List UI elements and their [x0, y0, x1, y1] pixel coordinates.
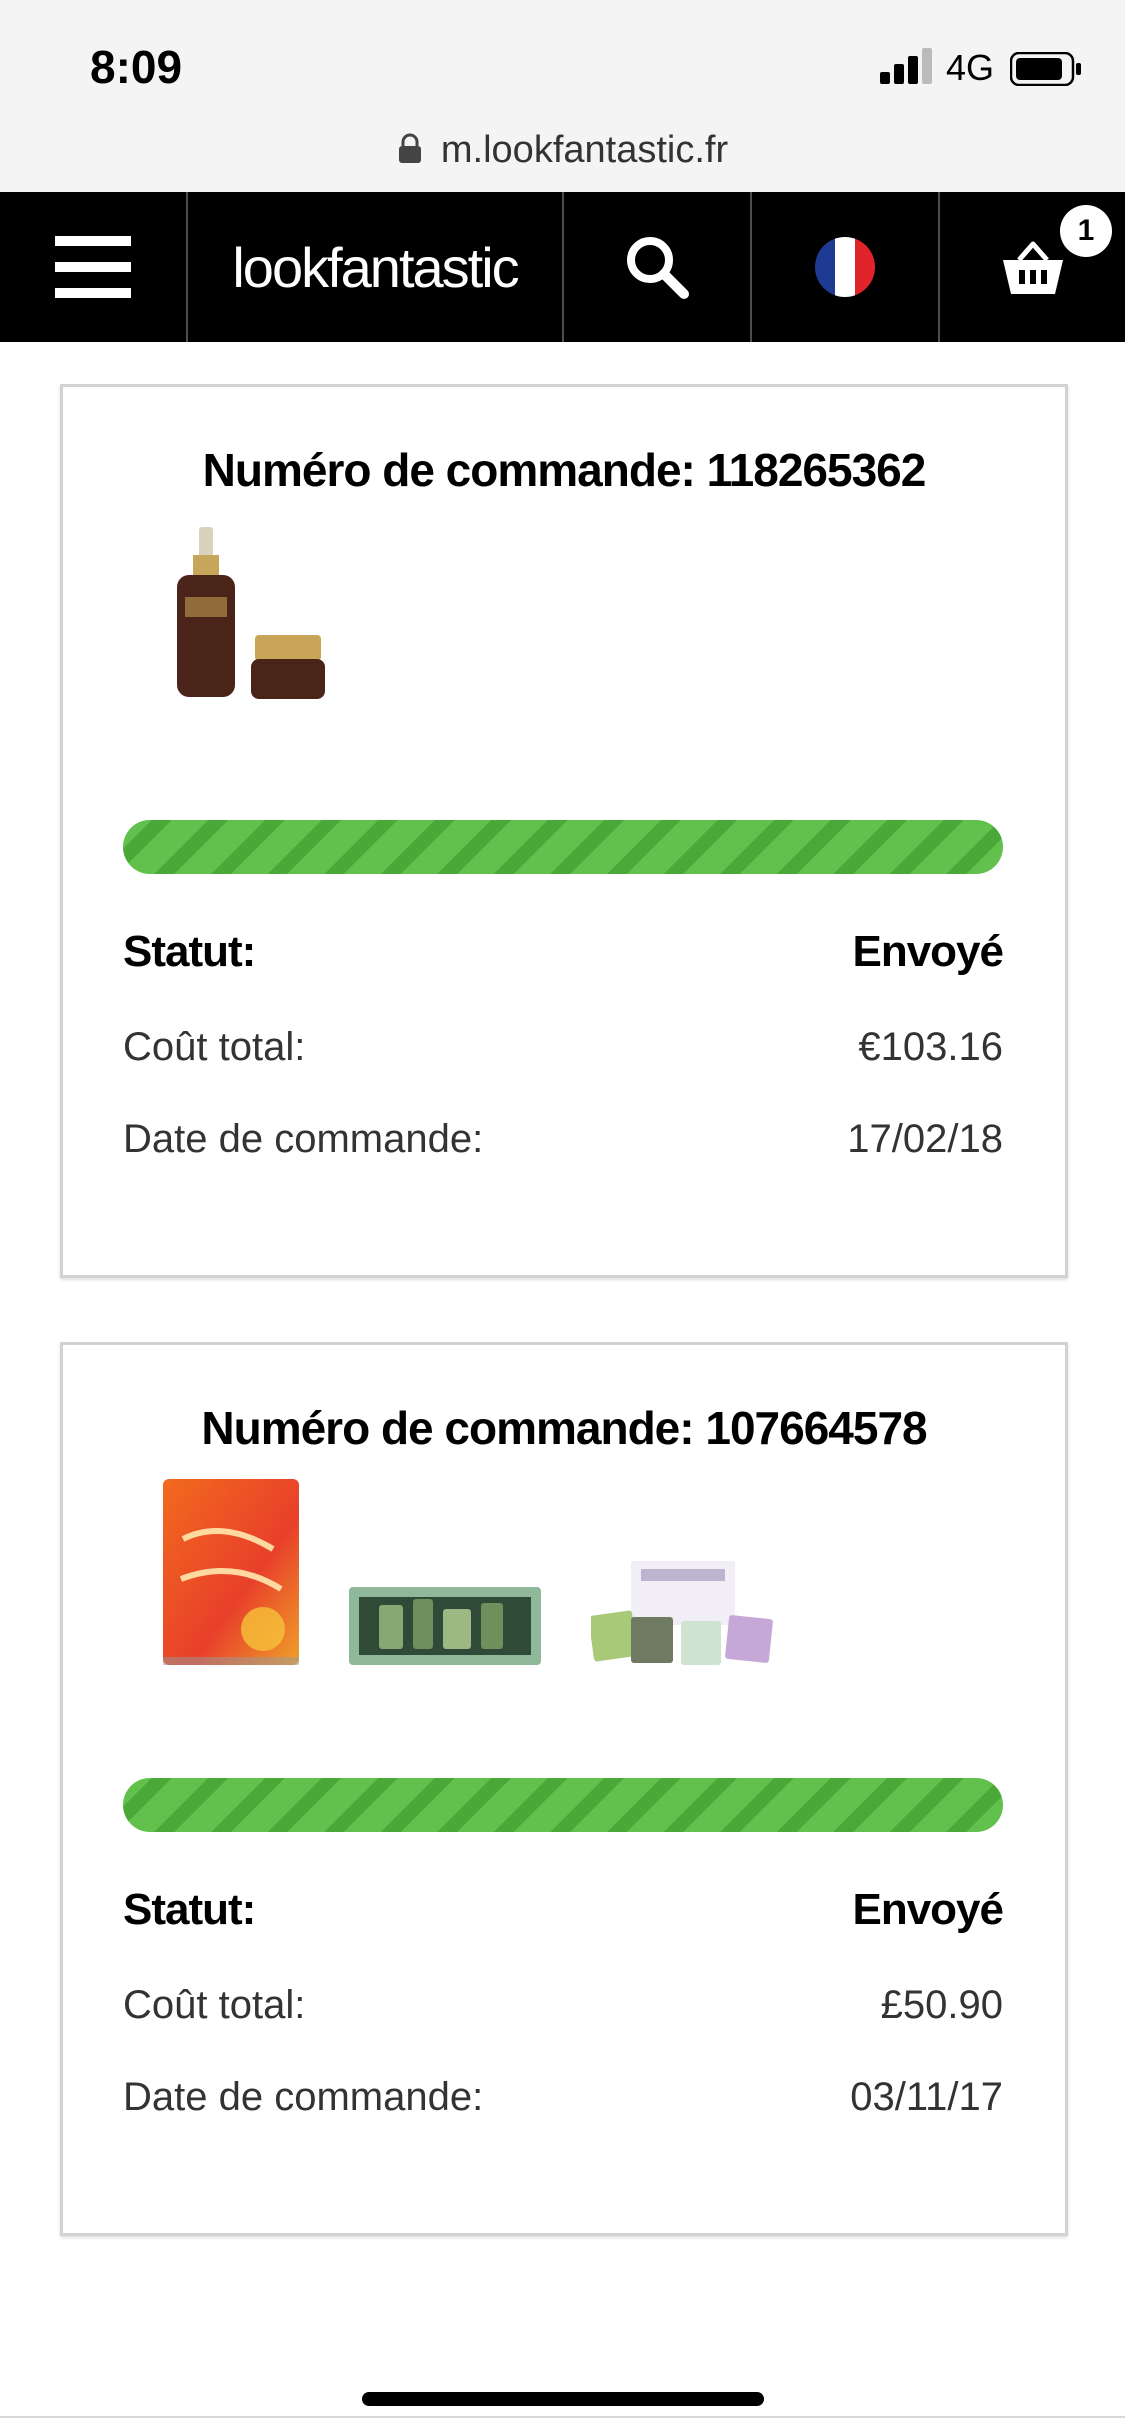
date-value: 03/11/17	[850, 2075, 1003, 2119]
country-selector[interactable]	[752, 192, 940, 342]
total-label: Coût total:	[123, 1025, 306, 1069]
search-button[interactable]	[564, 192, 752, 342]
order-progress-fill	[123, 1778, 1003, 1832]
bottom-divider	[0, 2416, 1125, 2418]
date-row: Date de commande: 17/02/18	[123, 1117, 1003, 1162]
status-row: Statut: Envoyé	[123, 1885, 1004, 1935]
basket-icon	[1002, 241, 1063, 294]
status-value: Envoyé	[852, 1885, 1004, 1934]
order-card[interactable]: Numéro de commande: 107664578 Statut: En…	[60, 1342, 1068, 2236]
date-value: 17/02/18	[847, 1117, 1003, 1161]
order-progress-bar	[123, 820, 1003, 874]
status-time: 8:09	[90, 41, 183, 93]
total-row: Coût total: £50.90	[123, 1983, 1003, 2028]
status-label: Statut:	[123, 927, 256, 976]
menu-button[interactable]	[0, 192, 188, 342]
total-value: €103.16	[858, 1025, 1003, 1069]
logo-link[interactable]: lookfantastic	[188, 192, 564, 342]
date-label: Date de commande:	[123, 1117, 484, 1161]
address-bar[interactable]: m.lookfantastic.fr	[0, 126, 1125, 174]
status-bar: 8:09 4G m.lookfantastic.fr	[0, 0, 1125, 192]
gift-set-box-image[interactable]	[349, 1569, 541, 1665]
order-progress-bar	[123, 1778, 1003, 1832]
sheet-mask-set-image[interactable]	[591, 1561, 775, 1665]
search-icon	[627, 237, 689, 299]
product-thumbnails	[163, 1479, 775, 1665]
status-row: Statut: Envoyé	[123, 927, 1004, 977]
menu-icon	[55, 236, 131, 298]
order-number: Numéro de commande: 118265362	[202, 444, 927, 496]
date-label: Date de commande:	[123, 2075, 484, 2119]
total-row: Coût total: €103.16	[123, 1025, 1003, 1070]
status-value: Envoyé	[852, 927, 1004, 976]
home-indicator[interactable]	[362, 2392, 764, 2406]
total-value: £50.90	[880, 1983, 1003, 2027]
logo: lookfantastic	[232, 235, 519, 299]
date-row: Date de commande: 03/11/17	[123, 2075, 1003, 2120]
site-header: lookfantastic	[0, 192, 1125, 342]
flower-fusion-mask-image[interactable]	[163, 1479, 299, 1665]
france-flag-icon	[815, 237, 875, 297]
battery-icon	[1010, 52, 1081, 86]
serum-bottle-and-eye-cream-image[interactable]	[159, 527, 329, 707]
product-thumbnails	[159, 527, 329, 707]
lock-icon	[398, 133, 421, 163]
order-number: Numéro de commande: 107664578	[201, 1402, 927, 1454]
order-card[interactable]: Numéro de commande: 118265362 Statut: En…	[60, 384, 1068, 1278]
basket-count-badge: 1	[1060, 205, 1112, 257]
total-label: Coût total:	[123, 1983, 306, 2027]
status-label: Statut:	[123, 1885, 256, 1934]
network-label: 4G	[946, 47, 995, 88]
order-progress-fill	[123, 820, 1003, 874]
url-text: m.lookfantastic.fr	[440, 129, 729, 171]
signal-icon	[880, 48, 932, 84]
